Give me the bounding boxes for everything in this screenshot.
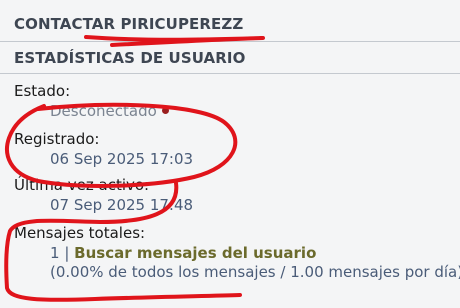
- search-user-posts-link[interactable]: Buscar mensajes del usuario: [74, 244, 316, 262]
- posts-detail: (0.00% de todos los mensajes / 1.00 mens…: [50, 263, 460, 281]
- last-active-label: Última vez activo:: [14, 176, 150, 194]
- posts-separator: |: [64, 244, 70, 262]
- posts-count: 1: [50, 244, 60, 262]
- registered-label: Registrado:: [14, 130, 100, 148]
- heading-divider: [0, 41, 460, 42]
- status-text: Desconectado: [50, 102, 157, 120]
- registered-value: 06 Sep 2025 17:03: [50, 150, 194, 168]
- stats-heading: ESTADÍSTICAS DE USUARIO: [14, 49, 246, 67]
- last-active-value: 07 Sep 2025 17:48: [50, 196, 194, 214]
- offline-dot-icon: [161, 107, 169, 114]
- stats-divider: [0, 73, 460, 74]
- status-value: Desconectado: [50, 102, 169, 120]
- posts-label: Mensajes totales:: [14, 224, 146, 242]
- posts-line: 1 | Buscar mensajes del usuario: [50, 244, 316, 262]
- contact-heading: CONTACTAR PIRICUPEREZZ: [14, 15, 244, 33]
- status-label: Estado:: [14, 82, 71, 100]
